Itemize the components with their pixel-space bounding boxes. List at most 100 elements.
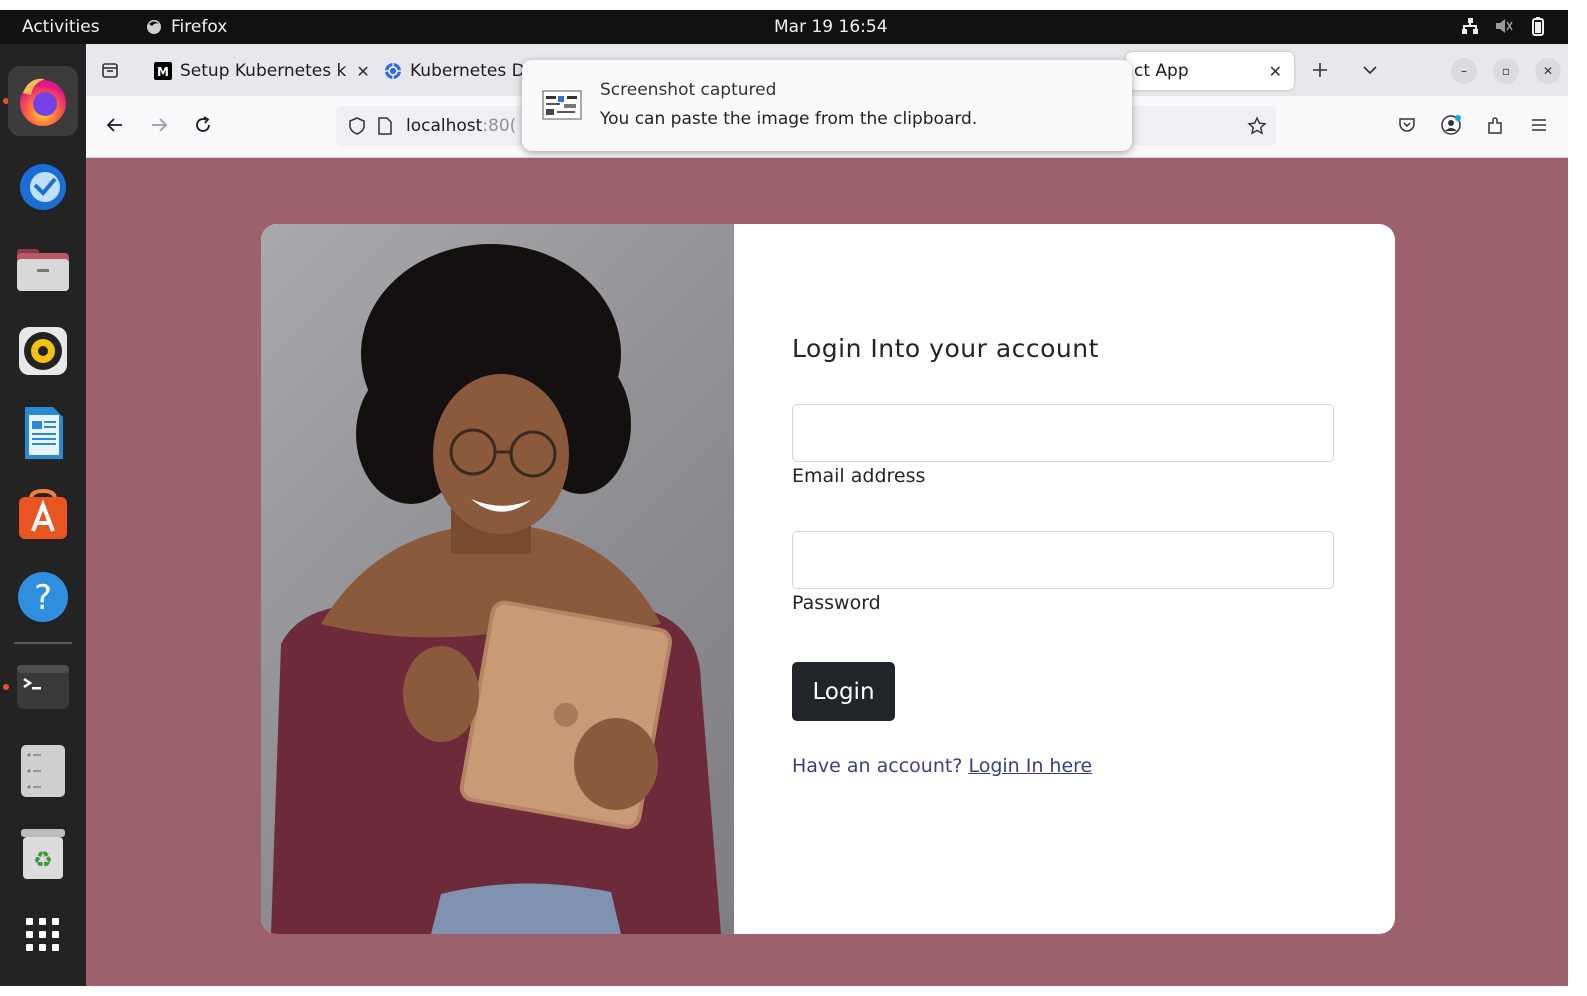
notification-title: Screenshot captured	[600, 80, 777, 100]
arrow-right-icon	[152, 118, 168, 132]
system-tray[interactable]	[1460, 16, 1548, 36]
dock-thunderbird[interactable]	[8, 150, 78, 220]
dock: ? ♻	[0, 44, 86, 986]
kubernetes-icon	[384, 62, 402, 80]
password-input[interactable]	[792, 531, 1334, 589]
svg-text:M: M	[157, 65, 169, 79]
screenshot-thumbnail-icon	[542, 90, 582, 120]
hamburger-menu-icon	[1532, 119, 1546, 131]
app-menu-button[interactable]	[1526, 112, 1552, 138]
reload-button[interactable]	[188, 110, 218, 140]
woman-with-tablet-photo	[261, 224, 734, 934]
extensions-button[interactable]	[1482, 112, 1508, 138]
tab-close-icon[interactable]: ✕	[356, 62, 369, 81]
svg-text:♻: ♻	[33, 848, 53, 873]
dock-firefox[interactable]	[8, 66, 78, 136]
trash-icon: ♻	[21, 829, 65, 879]
rhythmbox-speaker-icon	[19, 327, 67, 375]
url-text[interactable]: localhost:80(	[406, 116, 516, 136]
firefox-view-button[interactable]	[96, 56, 124, 84]
list-all-tabs-button[interactable]	[1356, 56, 1384, 84]
system-top-bar: Activities Firefox Mar 19 16:54	[0, 10, 1568, 44]
app-center-icon	[19, 488, 67, 539]
login-card: Login Into your account Email address Pa…	[261, 224, 1395, 934]
plus-icon	[1313, 63, 1327, 77]
dock-files[interactable]	[8, 234, 78, 304]
network-icon[interactable]	[1460, 16, 1480, 36]
thunderbird-icon	[20, 164, 66, 210]
tab-kubernetes-dashboard[interactable]: Kubernetes D	[384, 52, 525, 90]
dock-terminal[interactable]	[8, 652, 78, 722]
firefox-window: M Setup Kubernetes k ✕ Kubernetes D ct A…	[86, 44, 1568, 986]
app-grid-icon	[26, 918, 59, 951]
svg-text:?: ?	[34, 578, 52, 618]
login-here-link[interactable]: Login In here	[968, 755, 1092, 777]
login-button[interactable]: Login	[792, 662, 895, 721]
photo-illustration	[271, 244, 721, 934]
email-label: Email address	[792, 465, 926, 487]
close-window-button[interactable]: ✕	[1535, 58, 1561, 84]
dock-separator	[14, 642, 72, 644]
firefox-view-icon	[102, 63, 118, 78]
minimize-button[interactable]: –	[1451, 58, 1477, 84]
url-port: :80(	[482, 116, 517, 136]
dock-rhythmbox[interactable]	[8, 316, 78, 386]
signup-prompt: Have an account? Login In here	[792, 755, 1092, 777]
minimize-icon: –	[1461, 64, 1467, 78]
app-name: Firefox	[171, 17, 228, 37]
tab-title: Kubernetes D	[410, 61, 525, 81]
form-title: Login Into your account	[792, 334, 1099, 363]
app-menu[interactable]: Firefox	[145, 17, 227, 37]
tab-title: Setup Kubernetes k	[180, 61, 347, 81]
email-input[interactable]	[792, 404, 1334, 462]
account-button[interactable]	[1438, 112, 1464, 138]
url-host: localhost	[406, 116, 483, 136]
volume-muted-icon[interactable]	[1494, 16, 1514, 36]
login-form: Login Into your account Email address Pa…	[792, 224, 1352, 934]
files-folder-icon	[17, 249, 69, 291]
new-tab-button[interactable]	[1306, 56, 1334, 84]
dock-trash[interactable]: ♻	[8, 818, 78, 888]
restore-icon: ▫	[1501, 64, 1511, 78]
dock-disks[interactable]	[8, 736, 78, 806]
disks-icon	[21, 745, 65, 797]
reload-icon	[196, 116, 210, 132]
tab-close-icon[interactable]: ✕	[1269, 62, 1282, 81]
pocket-icon	[1399, 118, 1415, 132]
medium-icon: M	[154, 62, 172, 80]
terminal-icon	[17, 665, 69, 709]
tracking-protection-shield-icon[interactable]	[346, 115, 368, 137]
dock-help[interactable]: ?	[8, 562, 78, 632]
page-info-icon[interactable]	[374, 115, 396, 137]
screenshot-notification[interactable]: Screenshot captured You can paste the im…	[522, 60, 1132, 151]
tab-setup-kubernetes[interactable]: M Setup Kubernetes k ✕	[152, 52, 370, 90]
tab-active-app[interactable]: ct App ✕	[1126, 52, 1294, 90]
back-button[interactable]	[100, 110, 130, 140]
puzzle-piece-icon	[1488, 117, 1502, 134]
signup-text: Have an account?	[792, 755, 963, 777]
desktop: Activities Firefox Mar 19 16:54 ? ♻ M Se…	[0, 10, 1568, 986]
bookmark-star-icon[interactable]	[1246, 115, 1268, 137]
help-icon: ?	[18, 572, 68, 622]
forward-button[interactable]	[144, 110, 174, 140]
screen: Activities Firefox Mar 19 16:54 ? ♻ M Se…	[0, 0, 1587, 996]
firefox-icon	[20, 78, 66, 126]
account-icon	[1441, 115, 1461, 135]
close-icon: ✕	[1542, 64, 1554, 78]
arrow-left-icon	[106, 118, 122, 132]
notification-body: You can paste the image from the clipboa…	[600, 109, 978, 129]
activities-button[interactable]: Activities	[22, 17, 100, 37]
show-apps-button[interactable]	[8, 900, 78, 970]
libreoffice-writer-icon	[25, 407, 63, 459]
clock[interactable]: Mar 19 16:54	[774, 17, 888, 37]
dock-app-center[interactable]	[8, 480, 78, 550]
chevron-down-icon	[1363, 66, 1377, 75]
firefox-small-icon	[147, 20, 161, 34]
tab-title: ct App	[1134, 61, 1189, 81]
maximize-button[interactable]: ▫	[1493, 58, 1519, 84]
page-viewport: Login Into your account Email address Pa…	[86, 158, 1568, 986]
battery-icon[interactable]	[1528, 16, 1548, 36]
dock-libreoffice-writer[interactable]	[8, 398, 78, 468]
pocket-button[interactable]	[1394, 112, 1420, 138]
password-label: Password	[792, 592, 881, 614]
